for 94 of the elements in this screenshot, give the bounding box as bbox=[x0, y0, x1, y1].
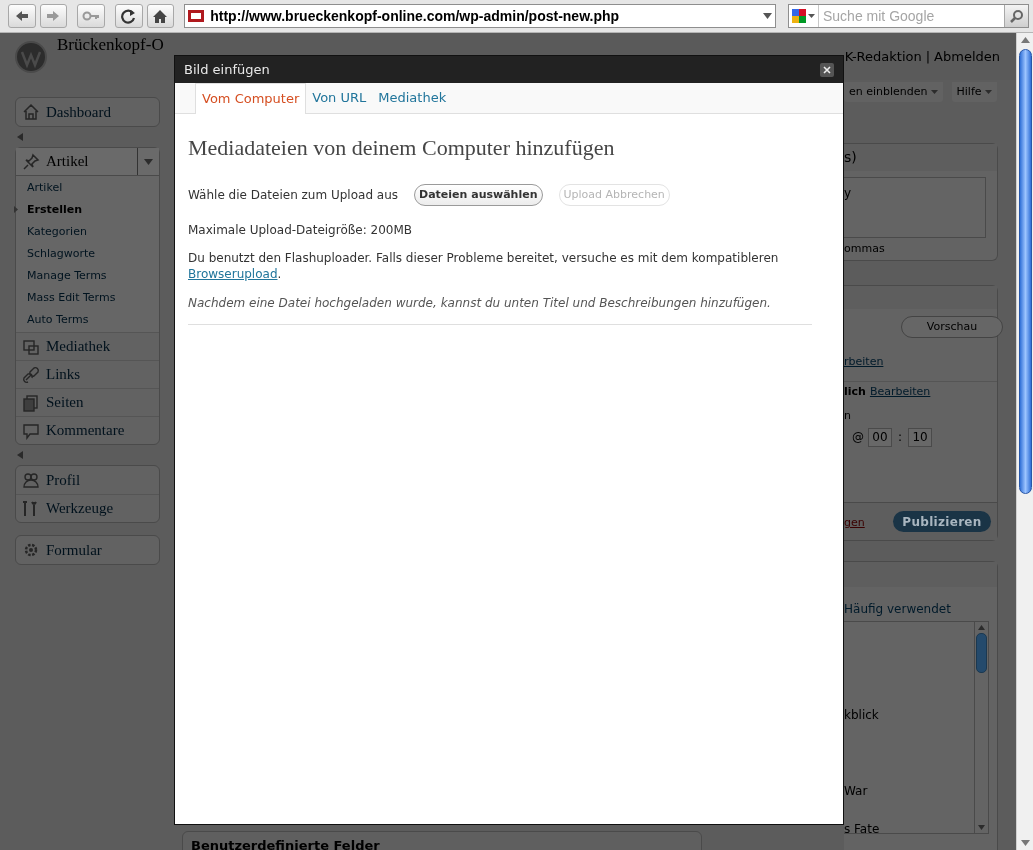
people-icon bbox=[22, 471, 40, 489]
current-marker-icon bbox=[14, 206, 18, 213]
menu-item[interactable]: Profil bbox=[16, 466, 159, 494]
caret-icon bbox=[930, 90, 938, 94]
site-favicon-icon bbox=[188, 10, 205, 22]
preview-button[interactable]: Vorschau bbox=[901, 316, 1003, 338]
address-bar[interactable]: http://www.brueckenkopf-online.com/wp-admin/post-new.php bbox=[184, 4, 776, 28]
select-files-button[interactable]: Dateien auswählen bbox=[414, 184, 543, 206]
menu-item[interactable]: Seiten bbox=[16, 389, 159, 416]
visibility-label: lich bbox=[844, 383, 866, 400]
schedule-label: n bbox=[844, 408, 851, 424]
scrollbar-thumb[interactable] bbox=[976, 633, 987, 673]
key-button[interactable] bbox=[77, 4, 105, 28]
scroll-down-arrow-icon[interactable] bbox=[978, 825, 985, 830]
at-sign-text: @ bbox=[852, 429, 864, 446]
submenu-item[interactable]: Artikel bbox=[27, 179, 63, 197]
menu-item[interactable]: Formular bbox=[16, 536, 159, 564]
chain-icon bbox=[22, 365, 40, 384]
collapse-arrow-icon[interactable] bbox=[17, 133, 23, 141]
tags-field[interactable]: y bbox=[844, 177, 986, 238]
submenu-item[interactable]: Mass Edit Terms bbox=[27, 289, 116, 307]
url-text: http://www.brueckenkopf-online.com/wp-admin/post-new.php bbox=[210, 6, 621, 26]
dialog-tab[interactable]: Vom Computer bbox=[195, 83, 307, 114]
close-icon bbox=[823, 65, 831, 74]
search-engine-button[interactable] bbox=[789, 5, 819, 27]
screen-meta-tab[interactable]: en einblenden bbox=[844, 82, 943, 102]
collapse-arrow-icon[interactable] bbox=[17, 451, 23, 459]
submenu-item[interactable]: Erstellen bbox=[27, 201, 83, 219]
page-scrollbar[interactable] bbox=[1016, 33, 1033, 850]
scrollbar-thumb[interactable] bbox=[1018, 49, 1032, 494]
menu-item[interactable]: Dashboard bbox=[16, 98, 159, 126]
category-label: kblick bbox=[844, 707, 879, 724]
submenu-item[interactable]: Manage Terms bbox=[27, 267, 107, 285]
screen-meta-tab[interactable]: Hilfe bbox=[951, 82, 997, 102]
dialog-tab[interactable]: Von URL bbox=[306, 83, 373, 113]
separator-text: | bbox=[925, 47, 931, 66]
house-icon bbox=[22, 103, 40, 121]
speech-bubble-icon bbox=[22, 421, 40, 440]
search-input[interactable]: Suche mit Google bbox=[819, 5, 1004, 27]
hour-field[interactable]: 00 bbox=[868, 427, 892, 447]
caret-icon bbox=[984, 90, 992, 94]
category-label: War bbox=[844, 783, 868, 800]
caret-icon bbox=[808, 14, 815, 18]
caret-icon bbox=[144, 158, 153, 165]
home-icon bbox=[151, 8, 170, 24]
menu-item[interactable]: Kommentare bbox=[16, 417, 159, 444]
images-icon bbox=[22, 337, 40, 356]
flash-uploader-note: Du benutzt den Flashuploader. Falls dieser Probleme bereitet, versuche es mit dem kompatibleren Browserupload. bbox=[188, 250, 780, 282]
category-label: s Fate bbox=[844, 821, 880, 838]
minute-field[interactable]: 10 bbox=[908, 427, 933, 447]
scroll-up-arrow-icon[interactable] bbox=[978, 625, 985, 630]
back-arrow-button[interactable] bbox=[8, 4, 36, 28]
home-button[interactable] bbox=[146, 4, 175, 28]
time-separator: : bbox=[897, 429, 904, 446]
menu-item[interactable]: Mediathek bbox=[16, 333, 159, 360]
delete-link[interactable]: gen bbox=[844, 515, 865, 532]
menu-item[interactable]: Werkzeuge bbox=[16, 495, 159, 522]
logo-icon bbox=[15, 40, 47, 73]
user-name: K-Redaktion bbox=[844, 47, 922, 66]
close-button[interactable] bbox=[820, 62, 834, 77]
upload-hint-text: Nachdem eine Datei hochgeladen wurde, kannst du unten Titel und Beschreibungen hinzufügen. bbox=[188, 295, 772, 312]
panel-title: Benutzerdefinierte Felder bbox=[191, 837, 380, 850]
category-tab[interactable]: Häufig verwendet bbox=[844, 600, 951, 618]
dialog-heading: Mediadateien von deinem Computer hinzufügen bbox=[188, 134, 615, 162]
scroll-up-arrow-icon[interactable] bbox=[1020, 37, 1030, 43]
dialog-tab[interactable]: Mediathek bbox=[372, 83, 453, 113]
pages-icon bbox=[22, 393, 40, 412]
max-size-text: Maximale Upload-Dateigröße: 200MB bbox=[188, 222, 414, 239]
scroll-down-arrow-icon[interactable] bbox=[1020, 840, 1030, 846]
search-icon bbox=[1009, 9, 1024, 23]
logout-link[interactable]: Abmelden bbox=[934, 46, 1000, 67]
panel-title: s) bbox=[844, 148, 857, 167]
tools-icon bbox=[22, 499, 40, 518]
submenu-item[interactable]: Kategorien bbox=[27, 223, 87, 241]
reload-button[interactable] bbox=[114, 4, 143, 28]
site-title: Brückenkopf-O bbox=[57, 35, 164, 54]
upload-label: Wähle die Dateien zum Upload aus bbox=[188, 187, 399, 204]
pin-icon bbox=[22, 152, 40, 171]
search-button[interactable] bbox=[1004, 5, 1028, 27]
edit-link[interactable]: rbeiten bbox=[844, 354, 884, 371]
gear-icon bbox=[22, 541, 40, 559]
dropdown-caret-icon[interactable] bbox=[763, 13, 772, 19]
search-engine-icon bbox=[792, 9, 806, 23]
search-field[interactable]: Suche mit Google bbox=[788, 4, 1029, 28]
submenu-item[interactable]: Auto Terms bbox=[27, 311, 89, 329]
hint-text: ommas bbox=[844, 241, 886, 257]
publish-button[interactable]: Publizieren bbox=[893, 511, 991, 532]
edit-link[interactable]: Bearbeiten bbox=[869, 383, 931, 400]
menu-item[interactable]: Links bbox=[16, 361, 159, 388]
list-scrollbar[interactable] bbox=[974, 622, 988, 833]
dialog-title: Bild einfügen bbox=[184, 60, 271, 79]
submenu-item[interactable]: Schlagworte bbox=[27, 245, 96, 263]
browser-upload-link[interactable]: Browserupload bbox=[188, 267, 278, 281]
reload-icon bbox=[119, 8, 138, 24]
